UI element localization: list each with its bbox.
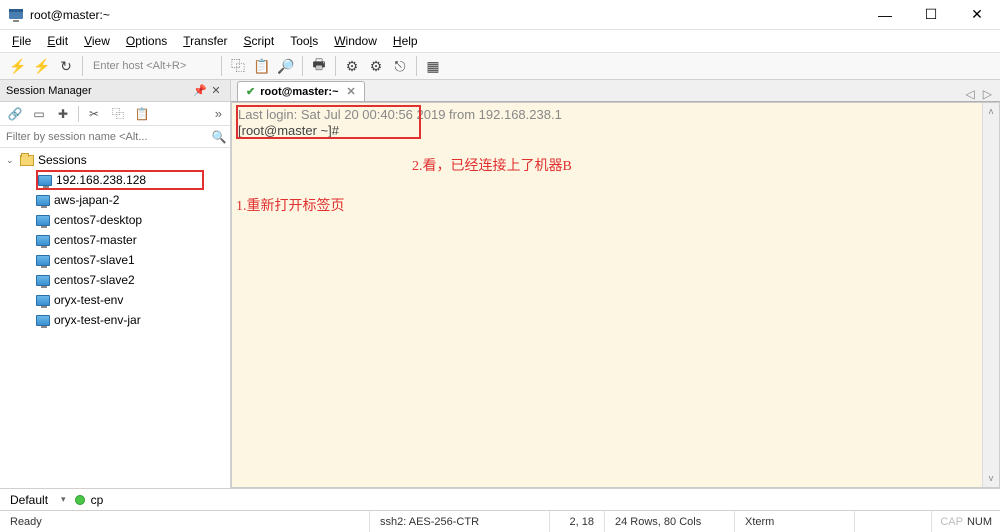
bottom-bar: Default ▾ cp [0, 488, 1000, 510]
session-item[interactable]: aws-japan-2 [0, 190, 230, 210]
session-item[interactable]: centos7-master [0, 230, 230, 250]
paste-icon[interactable]: 📋 [250, 54, 274, 78]
quick-connect-icon[interactable]: ⚡ [30, 54, 54, 78]
terminal-scrollbar[interactable]: ʌ v [982, 103, 999, 487]
maximize-button[interactable]: ☐ [908, 0, 954, 30]
annotation-1: 1.重新打开标签页 [236, 195, 345, 215]
status-terminal-type: Xterm [735, 511, 855, 532]
close-button[interactable]: ✕ [954, 0, 1000, 30]
menu-window[interactable]: Window [334, 34, 377, 48]
monitor-icon [36, 235, 50, 246]
status-cursor-pos: 2, 18 [550, 511, 605, 532]
monitor-icon [36, 255, 50, 266]
tab-prev-icon[interactable]: ◁ [966, 87, 975, 101]
expand-icon[interactable]: » [211, 106, 226, 121]
connect-icon[interactable]: ⚡ [6, 54, 30, 78]
session-item[interactable]: oryx-test-env [0, 290, 230, 310]
profile-label[interactable]: Default [6, 493, 52, 507]
status-protocol: ssh2: AES-256-CTR [370, 511, 550, 532]
monitor-icon [38, 175, 52, 186]
monitor-icon [36, 195, 50, 206]
reconnect-icon[interactable]: ↻ [54, 54, 78, 78]
menu-script[interactable]: Script [244, 34, 275, 48]
find-icon[interactable]: 🔎 [274, 54, 298, 78]
session-tree: ⌄ Sessions 192.168.238.128 aws-japan-2 c… [0, 148, 230, 488]
status-dimensions: 24 Rows, 80 Cols [605, 511, 735, 532]
minimize-button[interactable]: — [862, 0, 908, 30]
titlebar: root@master:~ — ☐ ✕ [0, 0, 1000, 30]
paste-session-icon[interactable]: 📋 [131, 104, 153, 124]
settings-icon[interactable]: ⚙ [340, 54, 364, 78]
menu-edit[interactable]: Edit [47, 34, 68, 48]
dropdown-icon[interactable]: ▾ [58, 494, 69, 505]
tab-close-icon[interactable]: ✕ [347, 85, 356, 98]
folder-icon [20, 155, 34, 166]
highlight-box [236, 105, 421, 139]
close-panel-icon[interactable]: ✕ [208, 84, 224, 97]
menu-transfer[interactable]: Transfer [183, 34, 227, 48]
host-input[interactable]: Enter host <Alt+R> [87, 60, 217, 72]
link-icon[interactable]: 🔗 [4, 104, 26, 124]
annotation-2: 2.看，已经连接上了机器B [412, 155, 572, 175]
status-text: cp [91, 493, 104, 507]
add-icon[interactable]: ✚ [52, 104, 74, 124]
session-manager-panel: Session Manager 📌 ✕ 🔗 ▭ ✚ ✂ ⿻ 📋 » 🔍 ⌄ Se… [0, 80, 231, 488]
session-opts-icon[interactable]: ⚙ [364, 54, 388, 78]
print-icon[interactable]: 🖶 [307, 54, 331, 78]
search-icon[interactable]: 🔍 [208, 130, 230, 144]
toolbar: ⚡ ⚡ ↻ Enter host <Alt+R> ⿻ 📋 🔎 🖶 ⚙ ⚙ ⎋ ▦ [0, 52, 1000, 80]
sessions-root[interactable]: ⌄ Sessions [0, 150, 230, 170]
app-icon [8, 7, 24, 23]
tab-next-icon[interactable]: ▷ [983, 87, 992, 101]
tab-bar: ✔ root@master:~ ✕ ◁ ▷ [231, 80, 1000, 102]
copy-session-icon[interactable]: ⿻ [107, 104, 129, 124]
window-title: root@master:~ [30, 8, 862, 22]
session-item[interactable]: centos7-slave1 [0, 250, 230, 270]
menu-tools[interactable]: Tools [290, 34, 318, 48]
terminal[interactable]: Last login: Sat Jul 20 00:40:56 2019 fro… [231, 102, 1000, 488]
menu-help[interactable]: Help [393, 34, 418, 48]
status-dot [75, 495, 85, 505]
sftp-icon[interactable]: ▦ [421, 54, 445, 78]
status-ready: Ready [0, 511, 370, 532]
monitor-icon [36, 295, 50, 306]
menu-view[interactable]: View [84, 34, 110, 48]
copy-icon[interactable]: ⿻ [226, 54, 250, 78]
status-capnum: CAPNUM [932, 516, 1000, 528]
pin-icon[interactable]: 📌 [192, 84, 208, 97]
menu-options[interactable]: Options [126, 34, 167, 48]
monitor-icon [36, 275, 50, 286]
monitor-icon [36, 315, 50, 326]
session-manager-title: Session Manager [6, 85, 92, 97]
filter-input[interactable] [0, 131, 208, 143]
menu-file[interactable]: File [12, 34, 31, 48]
new-session-icon[interactable]: ▭ [28, 104, 50, 124]
menubar: File Edit View Options Transfer Script T… [0, 30, 1000, 52]
scroll-down-icon[interactable]: v [983, 470, 999, 487]
tab-active[interactable]: ✔ root@master:~ ✕ [237, 81, 365, 101]
session-item[interactable]: oryx-test-env-jar [0, 310, 230, 330]
session-item-selected[interactable]: 192.168.238.128 [36, 170, 204, 190]
trace-icon[interactable]: ⎋ [388, 54, 412, 78]
session-item[interactable]: centos7-slave2 [0, 270, 230, 290]
monitor-icon [36, 215, 50, 226]
cut-icon[interactable]: ✂ [83, 104, 105, 124]
session-item[interactable]: centos7-desktop [0, 210, 230, 230]
scroll-up-icon[interactable]: ʌ [983, 103, 999, 120]
check-icon: ✔ [246, 85, 255, 98]
status-bar: Ready ssh2: AES-256-CTR 2, 18 24 Rows, 8… [0, 510, 1000, 532]
chevron-down-icon[interactable]: ⌄ [6, 155, 20, 166]
